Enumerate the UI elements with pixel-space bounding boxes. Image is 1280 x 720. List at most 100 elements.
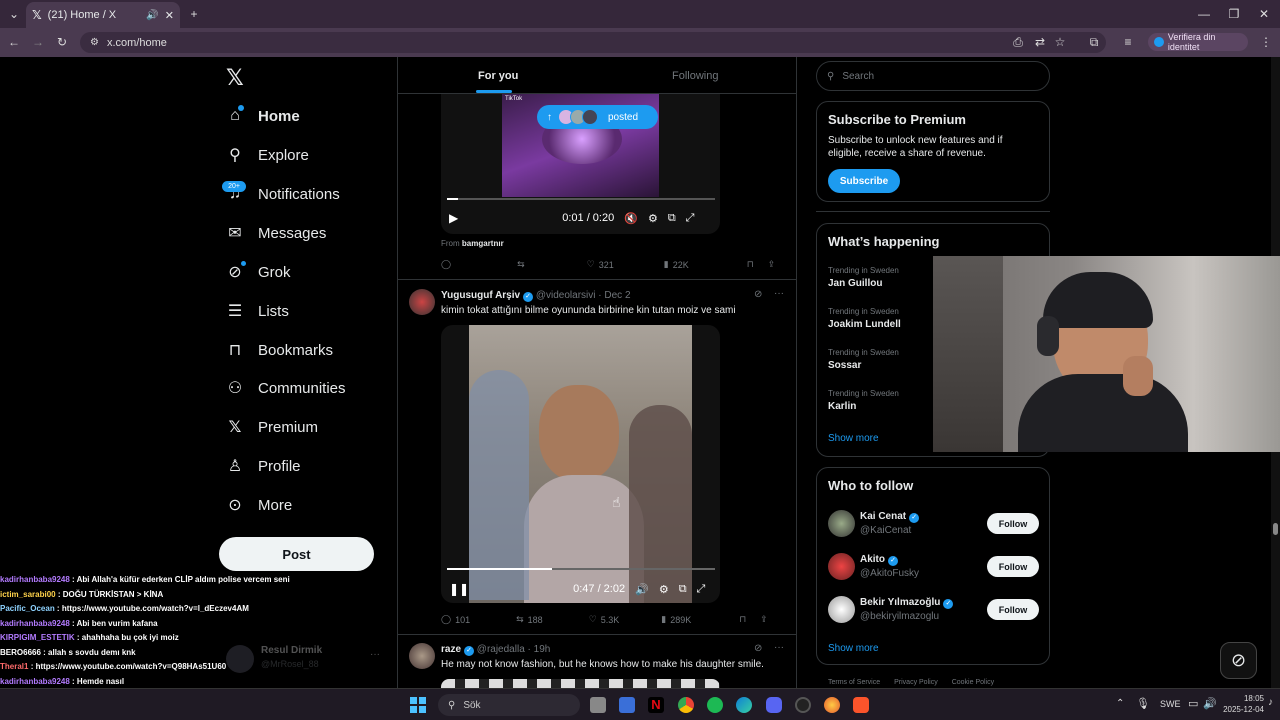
forward-icon[interactable]: → bbox=[28, 32, 48, 52]
tweet2-author-name[interactable]: Yugusuguf Arşiv bbox=[441, 290, 520, 301]
discord-icon[interactable] bbox=[766, 697, 782, 713]
nav-communities[interactable]: ⚇ Communities bbox=[226, 379, 346, 398]
obs-icon[interactable] bbox=[795, 697, 811, 713]
reading-list-icon[interactable]: ≡ bbox=[1118, 32, 1138, 52]
network-icon[interactable]: ▭ bbox=[1188, 697, 1198, 710]
firefox-icon[interactable] bbox=[824, 697, 840, 713]
file-explorer-icon[interactable] bbox=[619, 697, 635, 713]
taskbar-search[interactable]: ⚲ Sök bbox=[438, 694, 580, 716]
tab-following[interactable]: Following bbox=[672, 70, 718, 82]
tweet3-avatar[interactable] bbox=[409, 643, 435, 669]
post-button[interactable]: Post bbox=[219, 537, 374, 571]
from-name[interactable]: bamgartnır bbox=[462, 239, 504, 248]
task-view-icon[interactable] bbox=[590, 697, 606, 713]
clock[interactable]: 18:05 2025-12-04 bbox=[1220, 693, 1264, 715]
brave-icon[interactable] bbox=[853, 697, 869, 713]
like-button[interactable]: ♡ 321 bbox=[587, 259, 614, 270]
subscribe-button[interactable]: Subscribe bbox=[828, 169, 900, 193]
tweet3-media[interactable] bbox=[441, 679, 720, 688]
like-button[interactable]: ♡ 5.3K bbox=[589, 614, 620, 625]
tweet3-handle[interactable]: @rajedalla bbox=[477, 644, 525, 655]
close-tab-icon[interactable]: ✕ bbox=[165, 9, 174, 22]
search-box[interactable]: ⚲ Search bbox=[816, 61, 1050, 91]
retweet-button[interactable]: ⇆ bbox=[517, 259, 525, 270]
speaker-icon[interactable]: 🔊 bbox=[146, 10, 158, 21]
volume-icon[interactable]: 🔊 bbox=[635, 583, 649, 596]
trend-item[interactable]: Trending in Sweden Jan Guillou bbox=[828, 266, 899, 289]
star-icon[interactable]: ☆ bbox=[1050, 32, 1070, 52]
share-button[interactable]: ⇪ bbox=[760, 614, 768, 625]
follow-avatar[interactable] bbox=[828, 553, 855, 580]
edge-icon[interactable] bbox=[736, 697, 752, 713]
netflix-icon[interactable]: N bbox=[648, 697, 664, 713]
settings-icon[interactable]: ⚙ bbox=[648, 212, 658, 225]
volume-icon[interactable]: 🔇 bbox=[624, 212, 638, 225]
chrome-icon[interactable] bbox=[678, 697, 694, 713]
tweet3-author-name[interactable]: raze bbox=[441, 644, 461, 655]
fullscreen-icon[interactable]: ⤢ bbox=[686, 212, 695, 225]
follow-button[interactable]: Follow bbox=[987, 513, 1039, 534]
nav-profile[interactable]: ♙ Profile bbox=[226, 457, 301, 476]
language-indicator[interactable]: SWE bbox=[1160, 699, 1181, 709]
follow-avatar[interactable] bbox=[828, 510, 855, 537]
nav-messages[interactable]: ✉ Messages bbox=[226, 224, 326, 243]
address-bar[interactable]: ⚙ x.com/home bbox=[80, 32, 1106, 53]
footer-cookie[interactable]: Cookie Policy bbox=[952, 679, 994, 686]
x-logo-icon[interactable]: 𝕏 bbox=[226, 65, 244, 91]
nav-home[interactable]: ⌂ Home bbox=[226, 107, 300, 125]
restore-icon[interactable]: ❐ bbox=[1224, 4, 1244, 24]
fullscreen-icon[interactable]: ⤢ bbox=[697, 583, 706, 596]
site-info-icon[interactable]: ⚙ bbox=[90, 37, 99, 48]
footer-terms[interactable]: Terms of Service bbox=[828, 679, 880, 686]
happening-show-more[interactable]: Show more bbox=[828, 433, 879, 444]
follow-button[interactable]: Follow bbox=[987, 556, 1039, 577]
who-to-follow-show-more[interactable]: Show more bbox=[828, 643, 879, 654]
tweet2-video[interactable]: ❚❚ 0:47 / 2:02 🔊 ⚙ ⧉ ⤢ bbox=[441, 325, 720, 603]
more-dots-icon[interactable]: ··· bbox=[774, 288, 784, 299]
tweet2-avatar[interactable] bbox=[409, 289, 435, 315]
tab-search-icon[interactable]: ⌄ bbox=[4, 4, 24, 24]
views-button[interactable]: ▮ 289K bbox=[661, 614, 691, 625]
reload-icon[interactable]: ↻ bbox=[52, 32, 72, 52]
play-icon[interactable]: ▶ bbox=[449, 211, 458, 225]
views-button[interactable]: ▮ 22K bbox=[664, 259, 689, 270]
bookmark-button[interactable]: ⊓ bbox=[747, 259, 754, 270]
tweet3-date[interactable]: · 19h bbox=[528, 644, 551, 655]
volume-icon[interactable]: 🔊 bbox=[1203, 697, 1217, 710]
retweet-button[interactable]: ⇆ 188 bbox=[516, 614, 543, 625]
nav-more[interactable]: ⊙ More bbox=[226, 496, 292, 515]
nav-explore[interactable]: ⚲ Explore bbox=[226, 146, 309, 165]
settings-icon[interactable]: ⚙ bbox=[659, 583, 669, 596]
new-posts-pill[interactable]: ↑ posted bbox=[537, 105, 658, 129]
spotify-icon[interactable] bbox=[707, 697, 723, 713]
close-window-icon[interactable]: ✕ bbox=[1254, 4, 1274, 24]
tweet2-date[interactable]: · Dec 2 bbox=[598, 290, 630, 301]
menu-dots-icon[interactable]: ⋮ bbox=[1256, 32, 1276, 52]
install-app-icon[interactable]: ⎙ bbox=[1008, 32, 1028, 52]
pause-icon[interactable]: ❚❚ bbox=[449, 582, 469, 596]
follow-avatar[interactable] bbox=[828, 596, 855, 623]
tab-for-you[interactable]: For you bbox=[478, 70, 518, 82]
translate-icon[interactable]: ⇄ bbox=[1030, 32, 1050, 52]
grok-icon[interactable]: ⊘ bbox=[754, 289, 762, 300]
trend-item[interactable]: Trending in Sweden Sossar bbox=[828, 348, 899, 371]
microphone-icon[interactable]: 🎙 bbox=[1136, 697, 1150, 710]
scrollbar-thumb[interactable] bbox=[1273, 523, 1278, 535]
browser-tab[interactable]: 𝕏 (21) Home / X 🔊 ✕ bbox=[26, 2, 180, 28]
nav-lists[interactable]: ☰ Lists bbox=[226, 302, 289, 321]
nav-bookmarks[interactable]: ⊓ Bookmarks bbox=[226, 341, 333, 360]
tweet2-progress-track[interactable] bbox=[447, 568, 715, 570]
bookmark-button[interactable]: ⊓ bbox=[739, 614, 746, 625]
trend-item[interactable]: Trending in Sweden Karlin bbox=[828, 389, 899, 412]
tweet1-progress-track[interactable] bbox=[447, 198, 715, 200]
nav-premium[interactable]: 𝕏 Premium bbox=[226, 418, 318, 437]
windows-start-icon[interactable] bbox=[410, 697, 426, 713]
trend-item[interactable]: Trending in Sweden Joakim Lundell bbox=[828, 307, 901, 330]
more-dots-icon[interactable]: ··· bbox=[774, 642, 784, 653]
reply-button[interactable]: ◯ bbox=[441, 259, 451, 270]
grok-icon[interactable]: ⊘ bbox=[754, 643, 762, 654]
tweet2-handle[interactable]: @videolarsivi bbox=[536, 290, 596, 301]
show-hidden-icons-icon[interactable]: ⌃ bbox=[1116, 698, 1124, 709]
pip-icon[interactable]: ⧉ bbox=[668, 212, 676, 225]
pip-icon[interactable]: ⧉ bbox=[679, 583, 687, 596]
